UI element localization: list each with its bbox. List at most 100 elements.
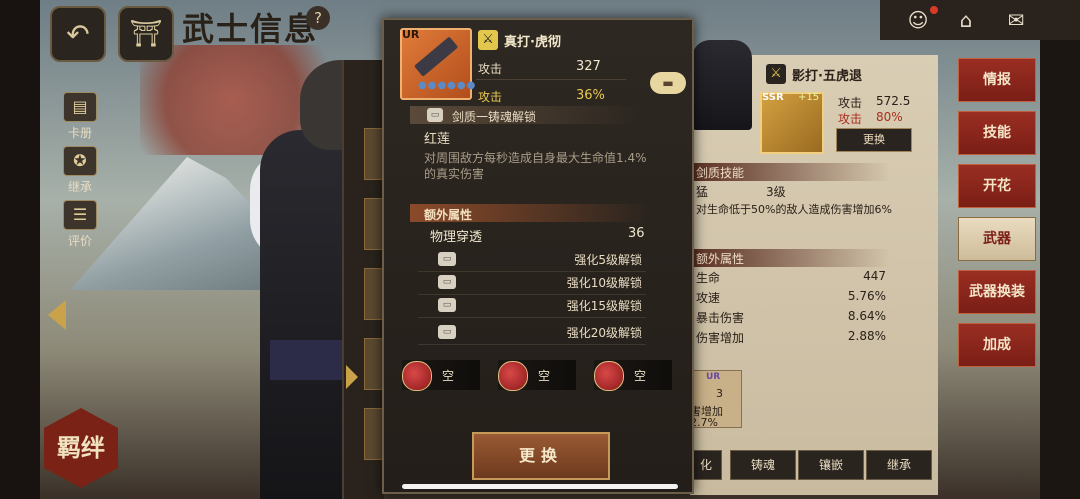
locked-attribute-row: ▭ 强化20级解锁: [418, 322, 646, 345]
help-button[interactable]: ?: [306, 6, 330, 30]
attribute-label: 物理穿透: [430, 230, 483, 245]
gem-slot[interactable]: 空: [402, 360, 480, 391]
attribute-value: 36: [628, 226, 645, 241]
lock-icon: ▬: [662, 76, 674, 90]
inlay-button[interactable]: 镶嵌: [798, 450, 864, 480]
gem-slot-label: 空: [538, 369, 551, 383]
bond-rank: UR: [706, 372, 721, 382]
tab-weapon-skin[interactable]: 武器换装: [958, 270, 1036, 314]
stat-value: 572.5: [876, 94, 911, 108]
bond-count: 3: [716, 387, 723, 400]
attribute-label: 伤害增加: [696, 331, 745, 345]
current-weapon-name: 影打·五虎退: [792, 69, 862, 84]
unlock-condition: 强化15级解锁: [566, 299, 642, 313]
tab-weapon[interactable]: 武器: [958, 217, 1036, 261]
replace-button[interactable]: 更换: [472, 432, 610, 480]
locked-attribute-row: ▭ 强化10级解锁: [418, 272, 646, 295]
skill-name: 红莲: [424, 132, 451, 147]
forge-soul-button[interactable]: 铸魂: [730, 450, 796, 480]
attribute-label: 攻速: [696, 291, 721, 305]
skill-section-title: 剑质一铸魂解锁: [452, 110, 537, 124]
extra-attr-title: 额外属性: [424, 208, 473, 222]
tab-skills[interactable]: 技能: [958, 111, 1036, 155]
replace-small-button[interactable]: 更换: [836, 128, 912, 152]
sword-type-icon: ⚔: [478, 30, 498, 50]
attribute-value: 8.64%: [847, 309, 886, 323]
left-edge: [0, 0, 40, 499]
home-icon[interactable]: ⌂: [948, 4, 984, 36]
gem-slot-label: 空: [634, 369, 647, 383]
enhance-button[interactable]: 化: [690, 450, 722, 480]
attribute-label: 暴击伤害: [696, 311, 745, 325]
home-button[interactable]: ⛩: [118, 6, 174, 62]
review-icon: ☰: [63, 200, 97, 230]
stat-label: 攻击: [478, 62, 503, 76]
page-title: 武士信息: [182, 10, 319, 48]
locked-attribute-row: ▭ 强化5级解锁: [418, 249, 646, 272]
weapon-list-slot[interactable]: [364, 198, 384, 250]
weapon-list-slot[interactable]: [364, 338, 384, 390]
right-edge: [1040, 40, 1080, 499]
stat-label: 攻击: [838, 112, 863, 126]
tab-info[interactable]: 情报: [958, 58, 1036, 102]
side-item-label: 评价: [67, 234, 92, 248]
inherit-button[interactable]: 继承: [866, 450, 932, 480]
weapon-rarity: UR: [402, 28, 420, 41]
side-item-label: 卡册: [67, 126, 92, 140]
skill-level: 3级: [766, 185, 786, 199]
skill-name: 猛: [696, 185, 709, 199]
attribute-label: 生命: [696, 271, 721, 285]
gem-orb-icon: [498, 361, 528, 391]
attribute-row: 攻速 5.76%: [696, 289, 886, 309]
attribute-row: 暴击伤害 8.64%: [696, 309, 886, 329]
skill-description: 对周围敌方每秒造成自身最大生命值1.4%的真实伤害: [424, 151, 647, 181]
unlock-condition: 强化10级解锁: [566, 276, 642, 290]
lock-icon: ▭: [438, 275, 456, 289]
side-item-review[interactable]: ☰ 评价: [50, 200, 110, 249]
sword-type-icon: ⚔: [766, 64, 786, 84]
stat-value: 36%: [576, 88, 605, 103]
gem-slot[interactable]: 空: [594, 360, 672, 391]
shrine-icon: ⛩: [129, 19, 163, 49]
side-item-label: 继承: [67, 180, 92, 194]
weapon-name: 真打·虎彻: [504, 35, 561, 50]
weapon-list-slot[interactable]: [364, 408, 384, 460]
locked-attribute-row: ▭ 强化15级解锁: [418, 295, 646, 318]
skill-description: 对生命低于50%的敌人造成伤害增加6%: [696, 203, 892, 216]
stat-value: 327: [576, 59, 601, 74]
current-weapon-plus: +15: [798, 92, 820, 103]
lock-toggle[interactable]: ▬: [650, 72, 686, 94]
gem-orb-icon: [594, 361, 624, 391]
attribute-row: 生命 447: [696, 269, 886, 289]
stat-label: 攻击: [838, 96, 863, 110]
weapon-list-slot[interactable]: [364, 268, 384, 320]
back-arrow-icon: ↶: [66, 17, 90, 51]
side-item-inherit[interactable]: ✪ 继承: [50, 146, 110, 195]
gem-slot[interactable]: 空: [498, 360, 576, 391]
lock-icon: ▭: [427, 108, 443, 122]
attribute-value: 2.88%: [847, 329, 886, 343]
card-album-icon: ▤: [63, 92, 97, 122]
lock-icon: ▭: [438, 325, 456, 339]
inherit-icon: ✪: [63, 146, 97, 176]
back-button[interactable]: ↶: [50, 6, 106, 62]
side-item-card-album[interactable]: ▤ 卡册: [50, 92, 110, 141]
gem-slot-label: 空: [442, 369, 455, 383]
attribute-value: 447: [863, 269, 886, 283]
section-title: 剑质技能: [696, 166, 745, 180]
stat-label: 攻击: [478, 90, 503, 104]
unlock-condition: 强化20级解锁: [566, 326, 642, 340]
notification-dot: [930, 6, 938, 14]
weapon-level-dots: ●●●●●●: [418, 80, 477, 91]
tab-bonus[interactable]: 加成: [958, 323, 1036, 367]
lock-icon: ▭: [438, 298, 456, 312]
bond-value: 2.7%: [690, 416, 718, 429]
tab-bloom[interactable]: 开花: [958, 164, 1036, 208]
unlock-condition: 强化5级解锁: [574, 253, 642, 267]
home-indicator[interactable]: [402, 484, 678, 489]
weapon-list-slot[interactable]: [364, 128, 384, 180]
divider: [476, 79, 626, 80]
gem-orb-icon: [402, 361, 432, 391]
mail-icon[interactable]: ✉: [998, 4, 1034, 36]
lock-icon: ▭: [438, 252, 456, 266]
